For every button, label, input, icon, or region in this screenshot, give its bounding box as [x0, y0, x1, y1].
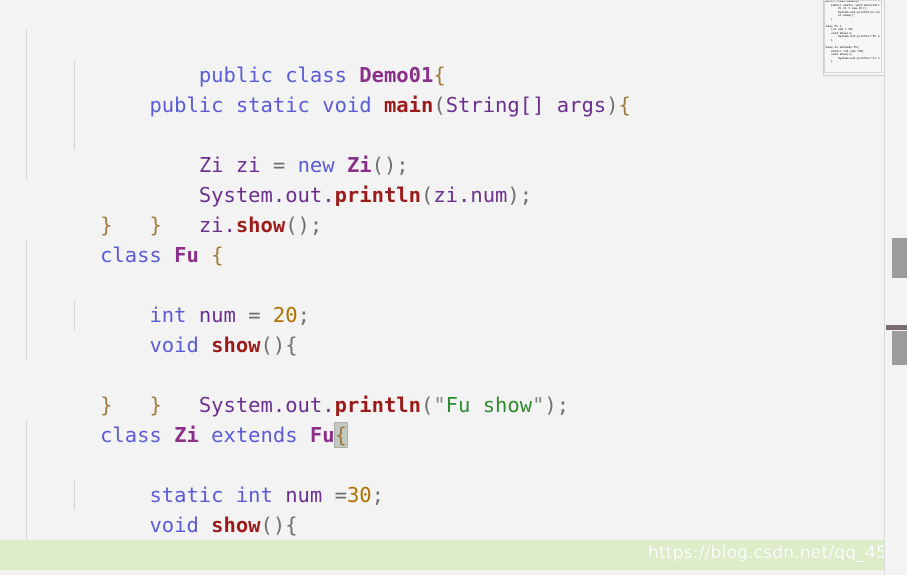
- keyword-token: class: [100, 423, 162, 447]
- paren-token: (: [420, 183, 434, 207]
- class-name-token: Demo01: [359, 63, 434, 87]
- brace-token: }: [149, 393, 162, 417]
- semicolon-token: ;: [371, 483, 384, 507]
- method-name-token: main: [383, 93, 434, 117]
- scrollbar-marker[interactable]: [886, 325, 907, 330]
- paren-token: (){: [260, 333, 298, 357]
- number-token: 20: [272, 303, 298, 327]
- indent-guide: [26, 300, 27, 330]
- object-token: zi.: [198, 213, 236, 237]
- keyword-token: int: [235, 483, 273, 507]
- brace-token: }: [100, 393, 113, 417]
- paren-token: (){: [260, 513, 298, 537]
- class-name-token: Fu: [174, 243, 199, 267]
- keyword-token: void: [149, 333, 199, 357]
- code-line[interactable]: void show(){: [0, 270, 885, 357]
- quote-token: ": [532, 393, 545, 417]
- semicolon-token: ;: [297, 303, 310, 327]
- indent-guide: [26, 510, 27, 540]
- param-token: args: [556, 93, 607, 117]
- paren-token: (: [433, 93, 446, 117]
- current-line-highlight: [0, 540, 885, 570]
- class-name-token: Zi: [174, 423, 199, 447]
- paren-token: (: [420, 393, 434, 417]
- keyword-token: static: [149, 483, 224, 507]
- current-code-line[interactable]: }: [0, 540, 885, 570]
- indent-guide: [26, 30, 27, 60]
- type-token: Zi: [198, 153, 224, 177]
- indent-guide: [26, 120, 27, 150]
- indent-guide: [26, 480, 27, 510]
- paren-token: ();: [285, 213, 323, 237]
- keyword-token: int: [149, 303, 187, 327]
- scrollbar-thumb[interactable]: [892, 238, 907, 278]
- method-name-token: show: [211, 333, 261, 357]
- brace-token: }: [149, 213, 162, 237]
- code-line[interactable]: void show(){: [0, 450, 885, 537]
- variable-token: num: [285, 483, 323, 507]
- minimap-line: }: [824, 63, 826, 67]
- method-name-token: println: [334, 393, 421, 417]
- number-token: 30: [346, 483, 372, 507]
- brace-token: {: [433, 63, 446, 87]
- keyword-token: public: [149, 93, 224, 117]
- variable-token: num: [198, 303, 236, 327]
- brace-token: {: [618, 93, 631, 117]
- indent-guide: [26, 60, 27, 90]
- indent-guide: [74, 120, 75, 150]
- brace-token: {: [211, 243, 224, 267]
- minimap-line: System.out.println("Fu s: [837, 35, 880, 39]
- paren-token: ();: [371, 153, 409, 177]
- system-out-token: System.out.: [198, 393, 335, 417]
- code-minimap[interactable]: public class Demo01{ public static void …: [823, 0, 885, 76]
- paren-token: );: [507, 183, 533, 207]
- keyword-token: static: [235, 93, 310, 117]
- superclass-name-token: Fu: [309, 423, 335, 447]
- method-name-token: show: [235, 213, 286, 237]
- keyword-token: public: [198, 63, 273, 87]
- code-editor[interactable]: public class Demo01{ public static void …: [0, 0, 907, 575]
- paren-token: ): [606, 93, 619, 117]
- type-token: String[]: [445, 93, 545, 117]
- matched-brace-token: {: [333, 422, 348, 448]
- argument-token: zi.num: [433, 183, 508, 207]
- indent-guide: [26, 90, 27, 120]
- minimap-content: public class Demo01{ public static void …: [824, 0, 884, 67]
- quote-token: ": [433, 393, 446, 417]
- keyword-token: void: [149, 513, 199, 537]
- code-line[interactable]: public class Demo01{: [0, 0, 885, 87]
- operator-token: =: [334, 483, 347, 507]
- paren-token: );: [544, 393, 570, 417]
- code-text-area[interactable]: public class Demo01{ public static void …: [0, 0, 885, 575]
- class-name-token: Zi: [346, 153, 372, 177]
- keyword-token: new: [297, 153, 335, 177]
- keyword-token: class: [100, 243, 162, 267]
- string-token: Fu show: [445, 393, 533, 417]
- method-name-token: show: [211, 513, 261, 537]
- variable-token: zi: [235, 153, 261, 177]
- operator-token: =: [272, 153, 286, 177]
- indent-guide: [26, 450, 27, 480]
- method-name-token: println: [334, 183, 421, 207]
- indent-guide: [26, 270, 27, 300]
- vertical-scrollbar[interactable]: [884, 0, 907, 575]
- minimap-line: System.out.println("zi s: [837, 56, 880, 60]
- keyword-token: extends: [211, 423, 298, 447]
- keyword-token: class: [285, 63, 347, 87]
- system-out-token: System.out.: [198, 183, 335, 207]
- code-line[interactable]: }: [0, 360, 885, 417]
- indent-guide: [26, 330, 27, 360]
- operator-token: =: [248, 303, 261, 327]
- indent-guide: [26, 240, 27, 270]
- indent-guide: [26, 420, 27, 450]
- code-line[interactable]: zi.show();: [0, 120, 885, 237]
- scrollbar-thumb[interactable]: [892, 331, 907, 365]
- brace-token: }: [100, 213, 113, 237]
- indent-guide: [26, 150, 27, 180]
- keyword-token: void: [322, 93, 372, 117]
